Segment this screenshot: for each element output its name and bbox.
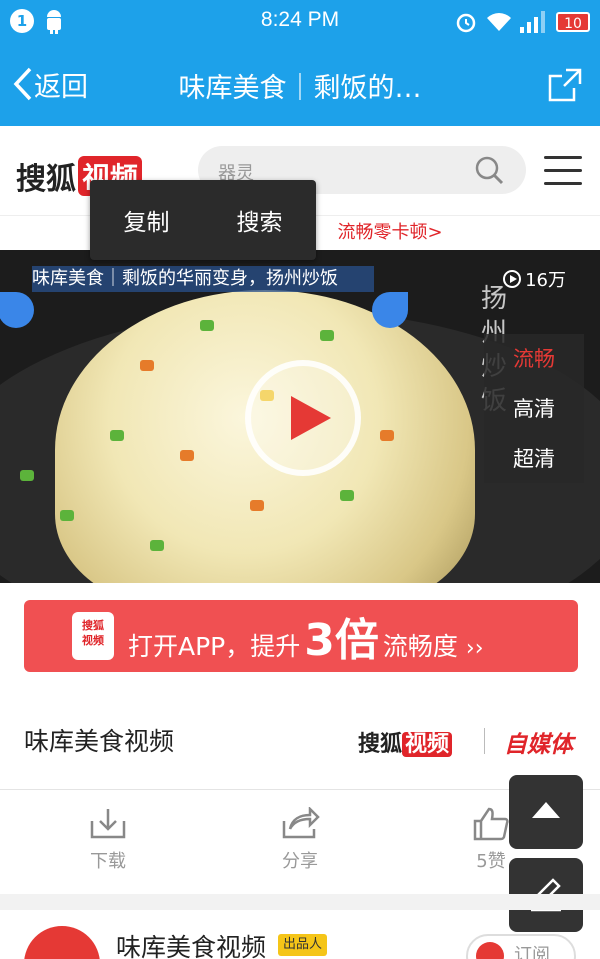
download-button[interactable]: 下载 — [63, 807, 153, 873]
video-title-selected[interactable]: 味库美食｜剩饭的华丽变身，扬州炒饭 — [32, 266, 374, 292]
producer-badge: 出品人 — [278, 934, 328, 956]
wifi-icon — [487, 13, 511, 31]
zimeiti-logo: 自媒体 — [504, 732, 573, 758]
search-icon[interactable] — [474, 155, 504, 185]
share-button[interactable]: 分享 — [255, 807, 345, 873]
battery-icon: 10 — [556, 12, 590, 32]
author-row: 味库美食视频 出品人 订阅 — [0, 910, 600, 959]
quality-menu: 流畅 高清 超清 — [484, 334, 584, 483]
plus-icon — [476, 942, 504, 959]
hamburger-menu-icon[interactable] — [544, 156, 582, 186]
quality-option-super[interactable]: 超清 — [484, 434, 584, 484]
copy-button[interactable]: 复制 — [124, 203, 170, 237]
section-separator — [0, 894, 600, 910]
back-label: 返回 — [34, 71, 88, 103]
chevron-left-icon — [13, 67, 32, 101]
alarm-icon — [456, 13, 476, 33]
subscribe-button[interactable]: 订阅 — [466, 934, 576, 959]
nav-bar: 返回 味库美食｜剩饭的… — [0, 44, 600, 126]
view-count-text: 16万 — [525, 270, 566, 291]
open-app-banner[interactable]: 搜狐 视频 打开APP，提升3倍 流畅度 ›› — [24, 600, 578, 672]
selection-handle-left[interactable] — [0, 292, 34, 328]
quality-option-hd[interactable]: 高清 — [484, 384, 584, 434]
search-button[interactable]: 搜索 — [237, 203, 283, 237]
status-icons: 10 — [454, 9, 590, 35]
channel-name[interactable]: 味库美食视频 — [24, 722, 174, 758]
play-button[interactable] — [245, 360, 361, 476]
selection-handle-right[interactable] — [372, 292, 408, 328]
promo-strip-text: 流畅零卡顿> — [337, 222, 443, 243]
avatar[interactable] — [24, 926, 100, 959]
signal-icon — [520, 11, 545, 33]
divider — [484, 728, 485, 754]
page-title: 味库美食｜剩饭的… — [178, 73, 422, 104]
download-icon — [90, 809, 126, 839]
video-player[interactable]: 味库美食｜剩饭的华丽变身，扬州炒饭 16万 扬州炒饭 流畅 高清 超清 — [0, 250, 600, 583]
sohu-app-icon: 搜狐 视频 — [72, 612, 114, 660]
open-app-text: 打开APP，提升3倍 流畅度 ›› — [128, 615, 484, 666]
author-name[interactable]: 味库美食视频 — [116, 928, 266, 959]
quality-option-smooth[interactable]: 流畅 — [484, 334, 584, 384]
source-row: 味库美食视频 搜狐 视频 自媒体 — [0, 692, 600, 790]
sohu-video-mini-logo: 搜狐 视频 — [358, 726, 453, 758]
text-context-menu: 复制 搜索 — [90, 180, 316, 260]
back-button[interactable]: 返回 — [12, 62, 88, 106]
thumbs-up-icon — [473, 807, 509, 841]
status-bar: 1 8:24 PM 10 — [0, 0, 600, 44]
scroll-top-button[interactable] — [509, 775, 583, 849]
share-icon — [282, 807, 320, 839]
share-icon[interactable] — [544, 64, 586, 106]
logo-text: 搜狐 — [16, 162, 76, 197]
